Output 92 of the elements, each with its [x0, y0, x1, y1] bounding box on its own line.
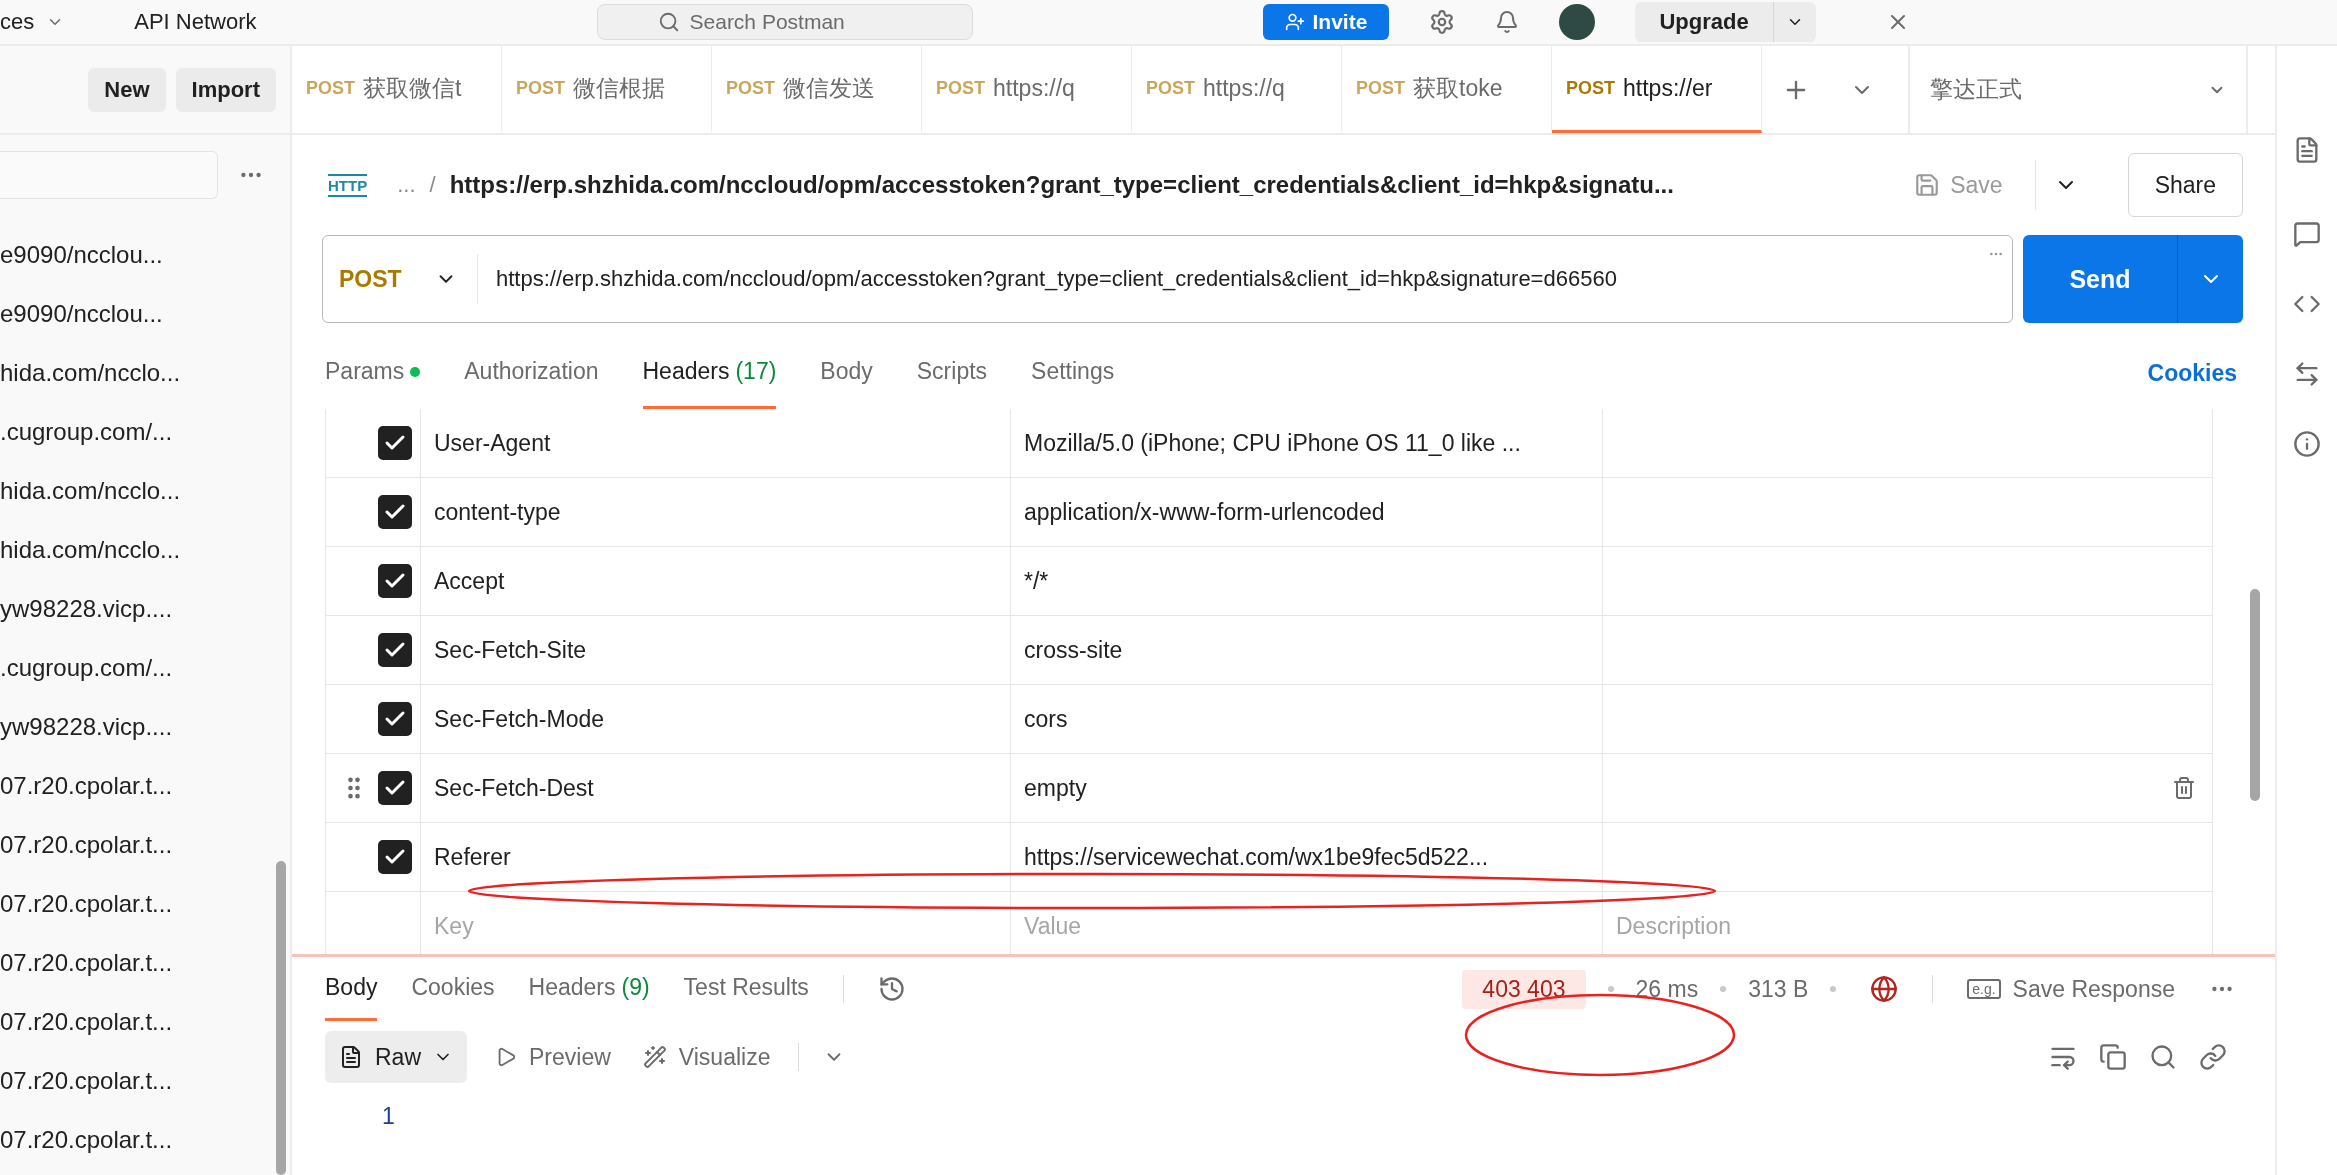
- sidebar-item[interactable]: hida.com/ncclo...: [0, 520, 290, 579]
- sidebar-item[interactable]: 07.r20.cpolar.t...: [0, 1110, 290, 1169]
- header-key-cell[interactable]: Sec-Fetch-Site: [421, 616, 1011, 684]
- header-key-cell[interactable]: Referer: [421, 823, 1011, 891]
- url-field[interactable]: POST https://erp.shzhida.com/nccloud/opm/accesstoken?grant_type=client_credentials&client_id=hkp&signature=d66560: [322, 235, 2013, 323]
- checkbox[interactable]: [378, 771, 412, 805]
- share-button[interactable]: Share: [2127, 153, 2243, 217]
- request-tab[interactable]: POST 微信根据: [502, 46, 712, 133]
- header-value-cell[interactable]: application/x-www-form-urlencoded: [1011, 478, 1603, 546]
- response-tab[interactable]: Headers (9): [528, 957, 650, 1021]
- search-icon: [657, 11, 680, 33]
- send-button[interactable]: Send: [2023, 235, 2243, 323]
- response-tab[interactable]: Body: [325, 957, 378, 1021]
- request-tab[interactable]: POST https://q: [922, 46, 1132, 133]
- request-section-tab[interactable]: Headers (17): [642, 327, 777, 409]
- cookies-link[interactable]: Cookies: [2147, 349, 2237, 387]
- sidebar-item[interactable]: 07.r20.cpolar.t...: [0, 874, 290, 933]
- avatar[interactable]: [1559, 4, 1596, 40]
- sidebar-item[interactable]: 07.r20.cpolar.t...: [0, 992, 290, 1051]
- format-select[interactable]: Raw: [325, 1031, 467, 1083]
- sidebar-item[interactable]: hida.com/ncclo...: [0, 461, 290, 520]
- sidebar-item[interactable]: e9090/ncclou...: [0, 225, 290, 284]
- header-key-cell[interactable]: Accept: [421, 547, 1011, 615]
- checkbox[interactable]: [378, 702, 412, 736]
- sidebar-item[interactable]: 07.r20.cpolar.t...: [0, 1051, 290, 1110]
- header-key-cell[interactable]: Sec-Fetch-Dest: [421, 754, 1011, 822]
- text-format-icon: [339, 1045, 363, 1069]
- request-tab[interactable]: POST https://q: [1132, 46, 1342, 133]
- trash-icon[interactable]: [2172, 776, 2196, 800]
- request-section-tab[interactable]: Scripts: [916, 327, 988, 409]
- checkbox[interactable]: [378, 495, 412, 529]
- environment-select[interactable]: 擎达正式: [1908, 46, 2248, 133]
- status-code: 403 403: [1462, 969, 1586, 1009]
- header-value-cell[interactable]: https://servicewechat.com/wx1be9fec5d522...: [1011, 823, 1603, 891]
- header-value-cell[interactable]: cross-site: [1011, 616, 1603, 684]
- header-value-cell[interactable]: cors: [1011, 685, 1603, 753]
- request-section-tab[interactable]: Params: [325, 327, 421, 409]
- save-response-button[interactable]: e.g. Save Response: [1967, 957, 2175, 1021]
- response-tab[interactable]: Cookies: [411, 957, 495, 1021]
- request-tab[interactable]: POST 微信发送: [712, 46, 922, 133]
- comment-icon[interactable]: [2293, 220, 2321, 248]
- user-plus-icon: [1284, 12, 1305, 32]
- breadcrumb-separator: /: [429, 172, 436, 198]
- request-section-tab[interactable]: Settings: [1031, 327, 1115, 409]
- header-key-cell[interactable]: content-type: [421, 478, 1011, 546]
- line-number: 1: [382, 1103, 395, 1130]
- response-tab[interactable]: Test Results: [683, 957, 809, 1021]
- invite-button[interactable]: Invite: [1262, 4, 1390, 40]
- checkbox[interactable]: [378, 426, 412, 460]
- sidebar-button[interactable]: Import: [175, 67, 276, 112]
- scrollbar-thumb[interactable]: [2250, 589, 2260, 801]
- request-section-tab[interactable]: Body: [820, 327, 873, 409]
- method-select[interactable]: POST: [323, 254, 478, 304]
- sidebar-button[interactable]: New: [88, 67, 166, 112]
- copy-icon[interactable]: [2099, 1043, 2127, 1071]
- header-key-cell[interactable]: User-Agent: [421, 409, 1011, 477]
- request-title: https://erp.shzhida.com/nccloud/opm/accesstoken?grant_type=client_credentials&client_id=hkp&signatu...: [449, 171, 1674, 199]
- header-value-cell[interactable]: Mozilla/5.0 (iPhone; CPU iPhone OS 11_0 like ...: [1011, 409, 1603, 477]
- scrollbar-thumb[interactable]: [276, 861, 286, 1175]
- sidebar-item[interactable]: .cugroup.com/...: [0, 638, 290, 697]
- wand-icon: [642, 1045, 667, 1069]
- header-key-cell[interactable]: Sec-Fetch-Mode: [421, 685, 1011, 753]
- sidebar-item[interactable]: 07.r20.cpolar.t...: [0, 933, 290, 992]
- api-network-link[interactable]: API Network: [134, 9, 257, 35]
- header-value-cell[interactable]: empty: [1011, 754, 1603, 822]
- request-tab[interactable]: POST 获取toke: [1342, 46, 1552, 133]
- search-icon[interactable]: [2149, 1043, 2177, 1071]
- workspaces-menu[interactable]: ces: [0, 9, 35, 35]
- response-size: 313 B: [1748, 975, 1809, 1003]
- sidebar-item[interactable]: 07.r20.cpolar.t...: [0, 815, 290, 874]
- sidebar-item[interactable]: yw98228.vicp....: [0, 579, 290, 638]
- link-icon[interactable]: [2199, 1043, 2227, 1071]
- bell-icon[interactable]: [1495, 10, 1520, 34]
- visualize-button[interactable]: Visualize: [638, 1043, 775, 1071]
- sidebar-item[interactable]: yw98228.vicp....: [0, 697, 290, 756]
- save-icon: [1914, 172, 1941, 198]
- checkbox[interactable]: [378, 633, 412, 667]
- request-tab[interactable]: POST 获取微信t: [292, 46, 502, 133]
- checkbox[interactable]: [378, 564, 412, 598]
- checkbox[interactable]: [378, 840, 412, 874]
- sidebar-item[interactable]: e9090/ncclou...: [0, 284, 290, 343]
- request-tab[interactable]: POST https://er: [1552, 46, 1762, 133]
- sidebar-item[interactable]: 07.r20.cpolar.t...: [0, 756, 290, 815]
- sidebar-item[interactable]: hida.com/ncclo...: [0, 343, 290, 402]
- info-icon[interactable]: [2293, 430, 2321, 458]
- request-section-tab[interactable]: Authorization: [464, 327, 599, 409]
- search-field[interactable]: Search Postman: [596, 4, 973, 40]
- preview-button[interactable]: Preview: [491, 1043, 615, 1071]
- upgrade-button[interactable]: Upgrade: [1635, 2, 1773, 42]
- header-value-cell[interactable]: */*: [1011, 547, 1603, 615]
- settings-icon[interactable]: [1429, 9, 1456, 35]
- sidebar-item[interactable]: .cugroup.com/...: [0, 402, 290, 461]
